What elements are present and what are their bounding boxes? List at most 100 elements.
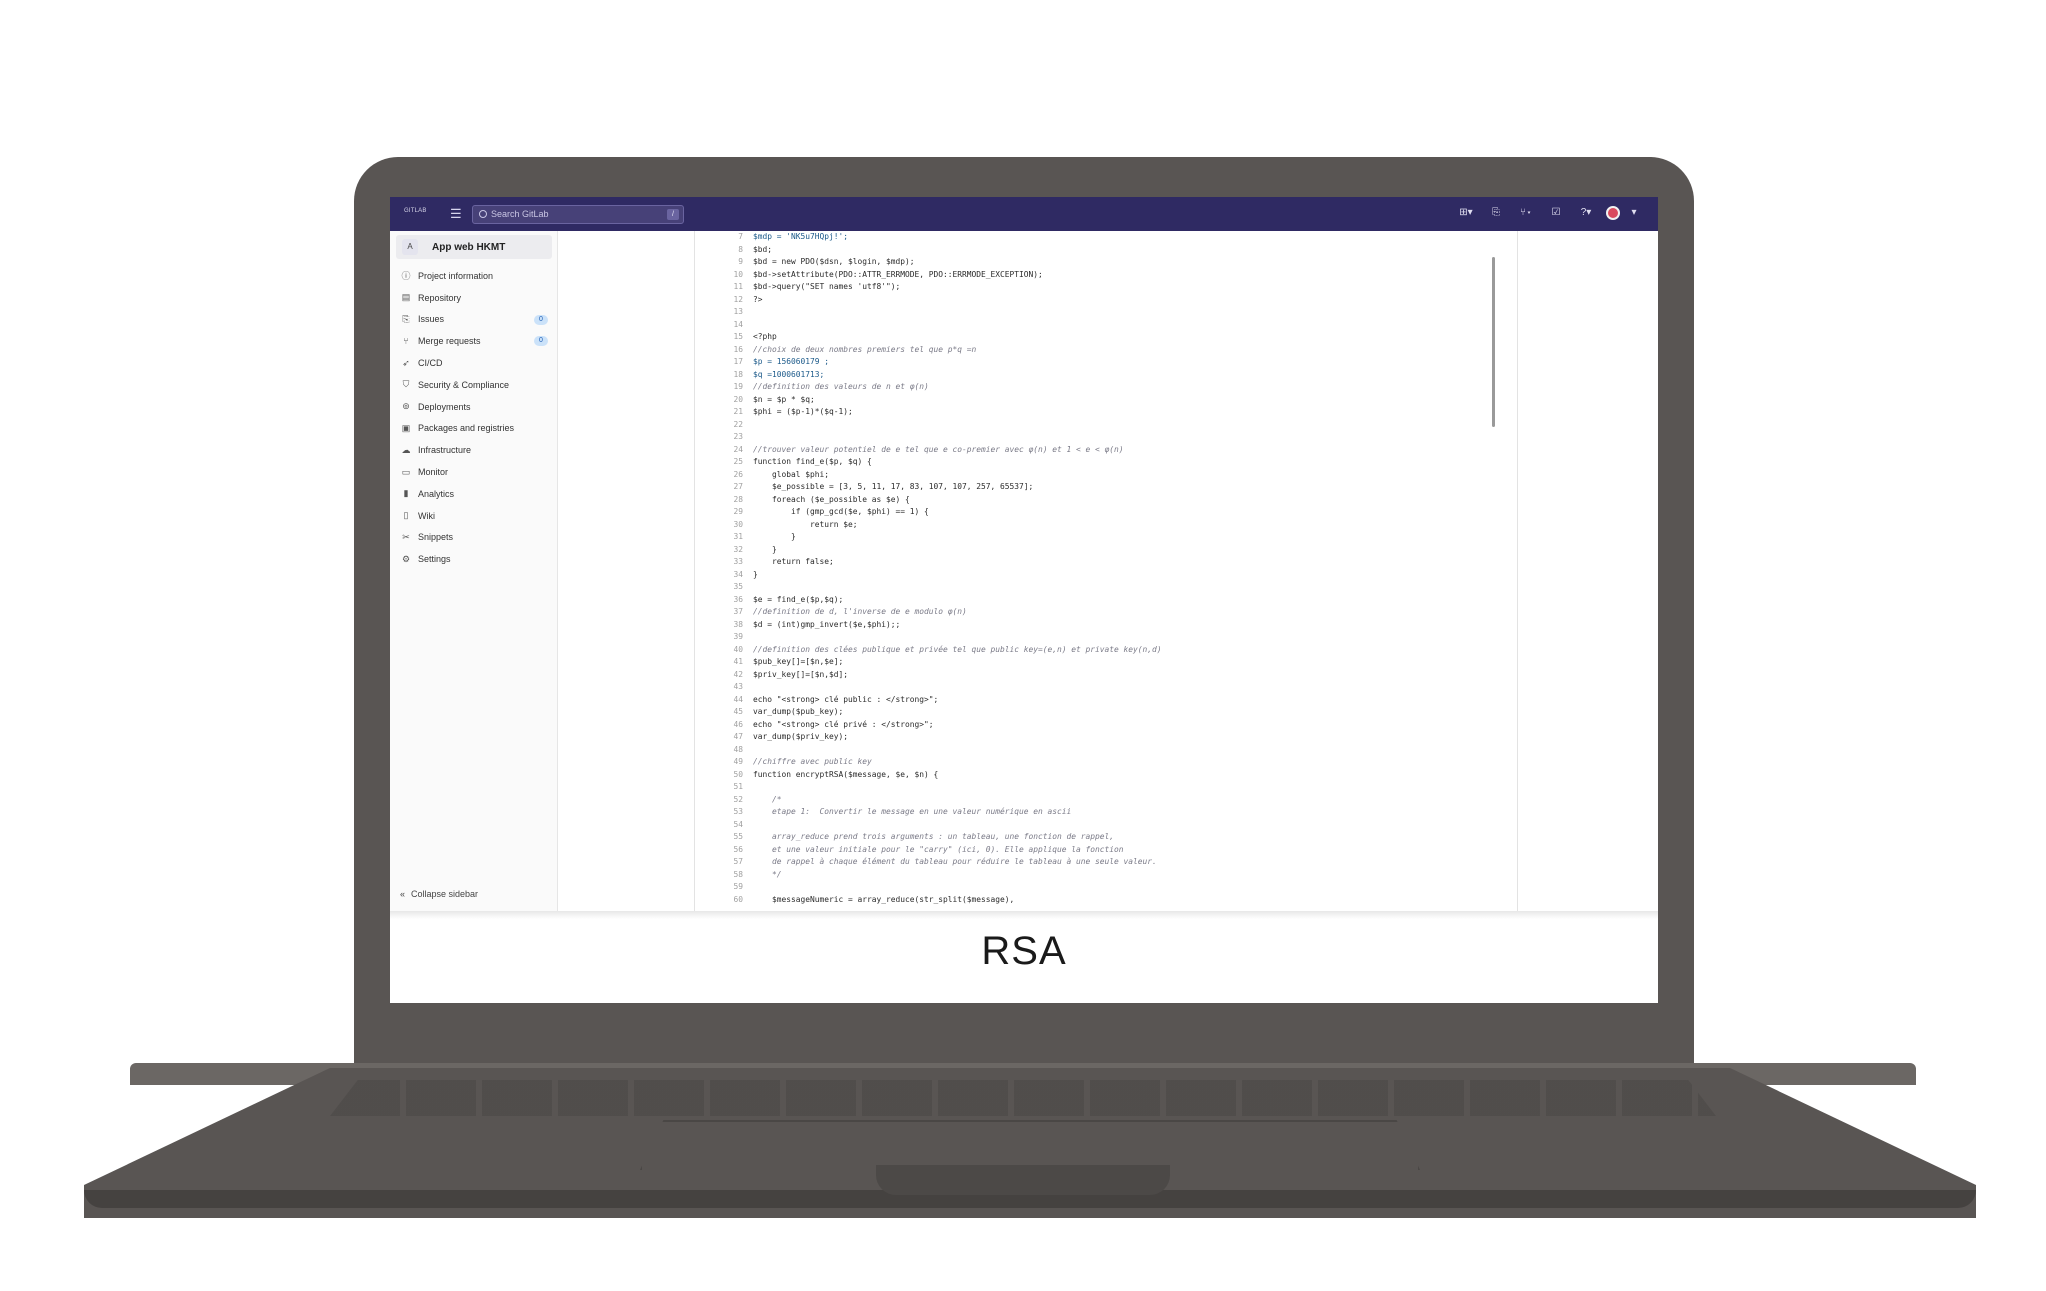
line-number[interactable]: 16	[695, 344, 753, 357]
sidebar-item-project-information[interactable]: ⓘ Project information	[400, 265, 552, 287]
line-number[interactable]: 20	[695, 394, 753, 407]
line-number[interactable]: 22	[695, 419, 753, 432]
line-number[interactable]: 17	[695, 356, 753, 369]
sidebar-item-packages-and-registries[interactable]: ▣ Packages and registries	[400, 418, 552, 440]
line-number[interactable]: 57	[695, 856, 753, 869]
line-text: et une valeur initiale pour le "carry" (…	[753, 844, 1124, 854]
line-number[interactable]: 37	[695, 606, 753, 619]
sidebar-item-wiki[interactable]: ▯ Wiki	[400, 505, 552, 527]
code-line: 57 de rappel à chaque élément du tableau…	[695, 856, 1519, 869]
gitlab-logo[interactable]: GITLAB	[404, 208, 432, 214]
line-number[interactable]: 45	[695, 706, 753, 719]
line-text: /*	[753, 794, 782, 804]
line-number[interactable]: 14	[695, 319, 753, 332]
line-number[interactable]: 59	[695, 881, 753, 894]
line-text: $d = (int)gmp_invert($e,$phi);;	[753, 619, 901, 629]
shield-icon: ⛉	[402, 379, 410, 390]
line-number[interactable]: 24	[695, 444, 753, 457]
line-number[interactable]: 9	[695, 256, 753, 269]
sidebar-item-repository[interactable]: ▤ Repository	[400, 287, 552, 309]
line-number[interactable]: 32	[695, 544, 753, 557]
line-number[interactable]: 40	[695, 644, 753, 657]
chevron-down-icon[interactable]: ▾	[1630, 206, 1638, 220]
sidebar-item-snippets[interactable]: ✂ Snippets	[400, 527, 552, 549]
line-number[interactable]: 34	[695, 569, 753, 582]
code-line: 46 echo "<strong> clé privé : </strong>";	[695, 719, 1519, 732]
line-number[interactable]: 7	[695, 231, 753, 244]
code-line: 38 $d = (int)gmp_invert($e,$phi);;	[695, 619, 1519, 632]
line-number[interactable]: 25	[695, 456, 753, 469]
line-number[interactable]: 42	[695, 669, 753, 682]
line-number[interactable]: 58	[695, 869, 753, 882]
sidebar-item-monitor[interactable]: ▭ Monitor	[400, 461, 552, 483]
code-line: 9 $bd = new PDO($dsn, $login, $mdp);	[695, 256, 1519, 269]
line-number[interactable]: 50	[695, 769, 753, 782]
plus-icon[interactable]: ⊞▾	[1456, 206, 1476, 220]
user-avatar[interactable]	[1606, 206, 1620, 220]
line-number[interactable]: 38	[695, 619, 753, 632]
line-number[interactable]: 28	[695, 494, 753, 507]
code-line: 41 $pub_key[]=[$n,$e];	[695, 656, 1519, 669]
line-number[interactable]: 12	[695, 294, 753, 307]
help-icon[interactable]: ?▾	[1576, 206, 1596, 220]
sidebar-item-deployments[interactable]: ⊚ Deployments	[400, 396, 552, 418]
line-number[interactable]: 55	[695, 831, 753, 844]
sidebar-item-label: CI/CD	[418, 358, 443, 369]
sidebar-item-ci-cd[interactable]: ➶ CI/CD	[400, 352, 552, 374]
code-line: 18 $q =1000601713;	[695, 369, 1519, 382]
line-number[interactable]: 30	[695, 519, 753, 532]
line-number[interactable]: 19	[695, 381, 753, 394]
line-number[interactable]: 21	[695, 406, 753, 419]
sidebar-item-issues[interactable]: ⎘ Issues 0	[400, 309, 552, 331]
line-number[interactable]: 41	[695, 656, 753, 669]
line-number[interactable]: 35	[695, 581, 753, 594]
line-number[interactable]: 13	[695, 306, 753, 319]
line-number[interactable]: 39	[695, 631, 753, 644]
sidebar-item-infrastructure[interactable]: ☁ Infrastructure	[400, 439, 552, 461]
line-number[interactable]: 31	[695, 531, 753, 544]
line-number[interactable]: 53	[695, 806, 753, 819]
sidebar-item-merge-requests[interactable]: ⑂ Merge requests 0	[400, 330, 552, 352]
line-number[interactable]: 27	[695, 481, 753, 494]
line-number[interactable]: 44	[695, 694, 753, 707]
code-line: 49//chiffre avec public key	[695, 756, 1519, 769]
line-number[interactable]: 10	[695, 269, 753, 282]
sidebar-item-security-compliance[interactable]: ⛉ Security & Compliance	[400, 374, 552, 396]
line-number[interactable]: 23	[695, 431, 753, 444]
line-number[interactable]: 52	[695, 794, 753, 807]
line-number[interactable]: 47	[695, 731, 753, 744]
sidebar-item-analytics[interactable]: ▮ Analytics	[400, 483, 552, 505]
search-input[interactable]: Search GitLab /	[472, 205, 684, 224]
line-number[interactable]: 54	[695, 819, 753, 832]
line-number[interactable]: 26	[695, 469, 753, 482]
merge-requests-icon[interactable]: ⑂▾	[1516, 206, 1536, 220]
line-number[interactable]: 49	[695, 756, 753, 769]
code-scrollbar[interactable]	[1492, 257, 1495, 427]
line-number[interactable]: 60	[695, 894, 753, 907]
code-line: 39	[695, 631, 1519, 644]
line-number[interactable]: 18	[695, 369, 753, 382]
code-line: 34}	[695, 569, 1519, 582]
line-number[interactable]: 29	[695, 506, 753, 519]
code-line: 35	[695, 581, 1519, 594]
line-number[interactable]: 15	[695, 331, 753, 344]
line-number[interactable]: 51	[695, 781, 753, 794]
line-number[interactable]: 8	[695, 244, 753, 257]
line-number[interactable]: 33	[695, 556, 753, 569]
menu-icon[interactable]: ☰	[450, 207, 462, 220]
sidebar-item-label: Monitor	[418, 467, 449, 478]
line-number[interactable]: 11	[695, 281, 753, 294]
issues-icon[interactable]: ⎘	[1486, 206, 1506, 220]
line-number[interactable]: 48	[695, 744, 753, 757]
sidebar-item-settings[interactable]: ⚙ Settings	[400, 548, 552, 570]
line-number[interactable]: 36	[695, 594, 753, 607]
line-number[interactable]: 56	[695, 844, 753, 857]
rocket-icon: ➶	[402, 357, 410, 368]
project-header[interactable]: A App web HKMT	[396, 235, 552, 259]
line-number[interactable]: 43	[695, 681, 753, 694]
code-line: 7 $mdp = 'NK5u7HQpj!';	[695, 231, 1519, 244]
line-number[interactable]: 46	[695, 719, 753, 732]
sidebar-item-label: Settings	[418, 554, 451, 565]
collapse-sidebar-button[interactable]: « Collapse sidebar	[400, 889, 478, 899]
todo-icon[interactable]: ☑	[1546, 206, 1566, 220]
